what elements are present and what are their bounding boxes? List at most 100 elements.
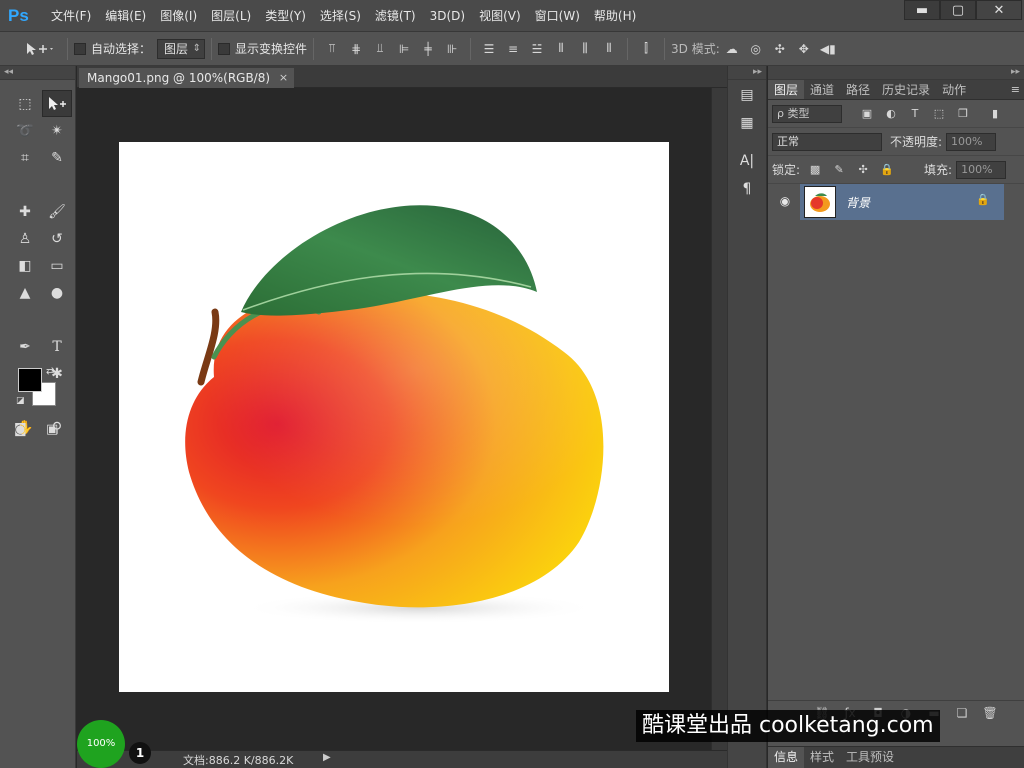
panel-menu-icon[interactable]: ≡ [1011,80,1020,100]
fill-input[interactable]: 100% [956,160,1007,179]
menu-3d[interactable]: 3D(D) [423,0,472,32]
vertical-scrollbar[interactable] [711,88,727,750]
align-bottom-icon[interactable]: ⫫ [371,40,389,58]
3d-slide-icon[interactable]: ✥ [795,40,813,58]
character-panel-icon[interactable]: A| [732,148,762,174]
layer-name[interactable]: 背景 [846,194,870,211]
quick-mask-icon[interactable]: ◙ [14,422,27,437]
magic-wand-tool-icon[interactable]: ✴ [42,117,72,144]
lock-position-icon[interactable]: ✣ [854,161,872,179]
divider [470,37,472,60]
menu-edit[interactable]: 编辑(E) [98,0,153,32]
menu-view[interactable]: 视图(V) [472,0,528,32]
3d-rotate-icon[interactable]: ☁ [723,40,741,58]
swap-colors-icon[interactable]: ⇄ [46,366,54,377]
close-document-button[interactable]: × [279,68,288,88]
distribute-bottom-icon[interactable]: ☱ [528,40,546,58]
document-tab[interactable]: Mango01.png @ 100%(RGB/8) × [79,68,295,88]
3d-scale-icon[interactable]: ◀▮ [819,40,837,58]
pen-tool-icon[interactable]: ✒ [10,333,40,360]
eyedropper-tool-icon[interactable]: ✎ [42,144,72,171]
move-tool-icon[interactable] [42,90,72,117]
default-colors-icon[interactable]: ◪ [16,396,25,406]
filter-pixel-icon[interactable]: ▣ [858,105,876,123]
auto-align-icon[interactable]: ⫿ [637,40,655,58]
filter-adjustment-icon[interactable]: ◐ [882,105,900,123]
auto-select-target-dropdown[interactable]: 图层 [157,38,206,59]
panel-collapse-button[interactable]: ▸▸ [768,66,1024,80]
tab-tool-presets[interactable]: 工具预设 [840,747,900,768]
menu-image[interactable]: 图像(I) [153,0,204,32]
opacity-input[interactable]: 100% [946,132,997,151]
tab-history[interactable]: 历史记录 [876,80,936,99]
3d-pan-icon[interactable]: ✣ [771,40,789,58]
blur-tool-icon[interactable]: ▲ [10,279,40,306]
status-menu-arrow-icon[interactable]: ▶ [323,752,331,763]
brush-tool-icon[interactable]: 🖌 [42,198,72,225]
show-transform-checkbox[interactable] [218,42,231,55]
new-layer-icon[interactable]: ❏ [948,706,976,720]
menu-window[interactable]: 窗口(W) [528,0,587,32]
close-button[interactable]: ✕ [976,0,1022,20]
foreground-color-swatch[interactable] [18,368,42,392]
toolbox-collapse-button[interactable]: ◂◂ [0,66,75,80]
3d-roll-icon[interactable]: ◎ [747,40,765,58]
properties-panel-icon[interactable]: ▤ [732,82,762,108]
menu-layer[interactable]: 图层(L) [204,0,258,32]
tab-paths[interactable]: 路径 [840,80,876,99]
menu-file[interactable]: 文件(F) [44,0,98,32]
menu-type[interactable]: 类型(Y) [258,0,313,32]
auto-select-checkbox[interactable] [74,42,86,55]
clone-stamp-tool-icon[interactable]: ♙ [10,225,40,252]
distribute-top-icon[interactable]: ☰ [480,40,498,58]
distribute-vcenter-icon[interactable]: ≡ [504,40,522,58]
tab-styles[interactable]: 样式 [804,747,840,768]
filter-shape-icon[interactable]: ⬚ [930,105,948,123]
zoom-level[interactable]: 100% [77,720,125,768]
dock-collapse-button[interactable]: ▸▸ [728,66,766,80]
delete-layer-icon[interactable]: 🗑 [976,706,1004,720]
align-left-icon[interactable]: ⊫ [395,40,413,58]
marquee-tool-icon[interactable]: ⬚ [10,90,40,117]
lock-pixels-icon[interactable]: ✎ [830,161,848,179]
align-hcenter-icon[interactable]: ╪ [419,40,437,58]
align-vcenter-icon[interactable]: ⋕ [347,40,365,58]
align-right-icon[interactable]: ⊪ [443,40,461,58]
menu-select[interactable]: 选择(S) [313,0,368,32]
filter-smart-object-icon[interactable]: ❐ [954,105,972,123]
filter-type-icon[interactable]: T [906,105,924,123]
menu-filter[interactable]: 滤镜(T) [368,0,423,32]
canvas[interactable] [119,142,669,692]
eraser-tool-icon[interactable]: ◧ [10,252,40,279]
healing-brush-tool-icon[interactable]: ✚ [10,198,40,225]
layer-filter-kind-dropdown[interactable]: ρ 类型 [772,104,842,123]
type-tool-icon[interactable]: T [42,333,72,360]
gradient-tool-icon[interactable]: ▭ [42,252,72,279]
dodge-tool-icon[interactable]: ● [42,279,72,306]
move-tool-preset-icon[interactable] [22,40,58,58]
notes-panel-icon[interactable]: ▦ [732,110,762,136]
align-top-icon[interactable]: ⫪ [323,40,341,58]
tab-info[interactable]: 信息 [768,747,805,768]
distribute-hcenter-icon[interactable]: ⫼ [576,40,594,58]
screen-mode-icon[interactable]: ▣ [46,422,58,437]
blend-mode-dropdown[interactable]: 正常 [772,132,882,151]
minimize-button[interactable]: ▬ [904,0,940,20]
lock-transparent-icon[interactable]: ▩ [806,161,824,179]
tab-channels[interactable]: 通道 [804,80,840,99]
tab-layers[interactable]: 图层 [768,80,805,99]
canvas-viewport[interactable] [77,88,711,750]
history-brush-tool-icon[interactable]: ↺ [42,225,72,252]
lock-all-icon[interactable]: 🔒 [878,161,896,179]
crop-tool-icon[interactable]: ⌗ [10,144,40,171]
lasso-tool-icon[interactable]: ➰ [10,117,40,144]
distribute-right-icon[interactable]: ⦀ [600,40,618,58]
paragraph-panel-icon[interactable]: ¶ [732,176,762,202]
maximize-button[interactable]: ▢ [940,0,976,20]
menu-help[interactable]: 帮助(H) [587,0,643,32]
tab-actions[interactable]: 动作 [936,80,972,99]
distribute-left-icon[interactable]: ⫴ [552,40,570,58]
filter-toggle-icon[interactable]: ▮ [986,105,1004,123]
layer-visibility-eye-icon[interactable]: ◉ [776,192,794,210]
layer-row-background[interactable]: 背景 🔒 [800,184,1004,220]
